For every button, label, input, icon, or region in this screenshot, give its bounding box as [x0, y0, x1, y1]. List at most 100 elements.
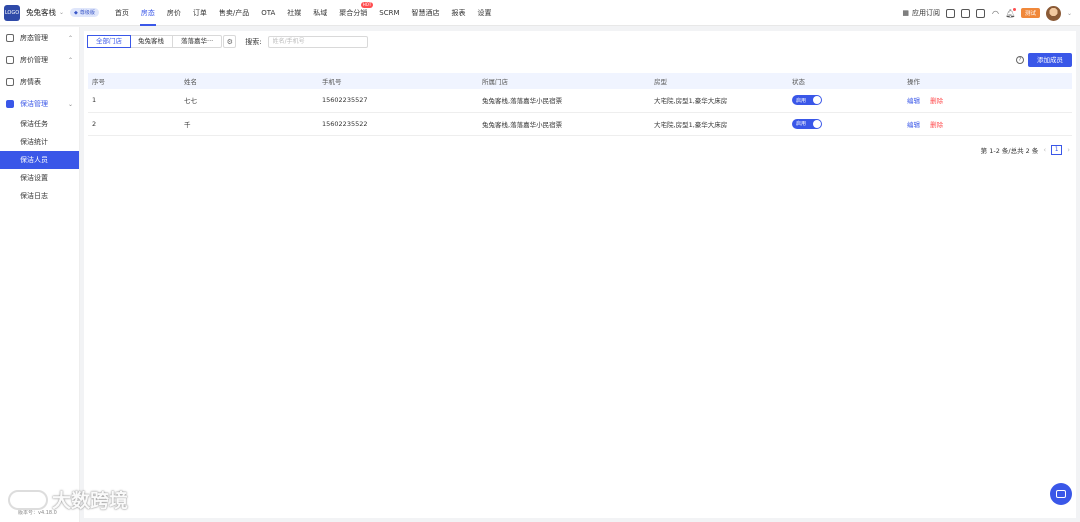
message-icon[interactable]	[945, 8, 955, 18]
chevron-down-icon[interactable]: ⌄	[1067, 10, 1072, 17]
sidebar: 房态管理 ⌃ 房价管理 ⌃ 房情表 保洁管理 ⌄ 保洁任务 保洁统计 保洁人员 …	[0, 27, 80, 522]
download-icon[interactable]	[960, 8, 970, 18]
nav-room-status[interactable]: 房态	[135, 0, 161, 26]
cell-name: 千	[180, 112, 318, 136]
sidebar-item-cleaning-log[interactable]: 保洁日志	[0, 187, 79, 205]
sidebar-item-cleaning-stats[interactable]: 保洁统计	[0, 133, 79, 151]
sidebar-group-label: 房情表	[20, 78, 41, 86]
nav-sales-products[interactable]: 售卖/产品	[213, 0, 255, 26]
col-header-status: 状态	[788, 73, 903, 89]
broom-icon	[6, 100, 14, 108]
cell-phone: 15602235527	[318, 89, 478, 113]
staff-table: 序号 姓名 手机号 所属门店 房型 状态 操作 1 七七 15602235527…	[88, 73, 1072, 136]
watermark-logo	[8, 489, 48, 510]
status-toggle[interactable]: 启用	[792, 118, 822, 129]
nav-home[interactable]: 首页	[109, 0, 135, 26]
sidebar-item-cleaning-tasks[interactable]: 保洁任务	[0, 115, 79, 133]
store-name: 兔兔客栈	[26, 8, 56, 17]
col-header-actions: 操作	[903, 73, 1072, 89]
sidebar-item-cleaning-staff[interactable]: 保洁人员	[0, 151, 79, 169]
vip-badge[interactable]: ◆ 尊级版	[70, 8, 99, 17]
col-header-name: 姓名	[180, 73, 318, 89]
store-switcher[interactable]: 兔兔客栈 ⌄	[26, 7, 64, 18]
logo-text: LOGO	[4, 9, 20, 16]
status-toggle-label: 启用	[796, 121, 807, 127]
nav-social-media[interactable]: 社媒	[281, 0, 307, 26]
cell-room-type: 大宅院,房型1,豪华大床房	[650, 112, 788, 136]
search-input[interactable]	[267, 35, 368, 48]
chevron-right-icon[interactable]: ›	[1067, 146, 1070, 154]
tab-store-2[interactable]: 落落嘉华···	[173, 36, 221, 47]
cell-actions: 编辑 删除	[903, 89, 1072, 113]
delete-link[interactable]: 删除	[930, 97, 943, 105]
headset-icon[interactable]: ◠	[991, 9, 1000, 18]
chat-button[interactable]	[1050, 483, 1072, 505]
cell-index: 1	[88, 89, 180, 113]
col-header-index: 序号	[88, 73, 180, 89]
diamond-icon: ◆	[74, 9, 78, 16]
watermark-text: 大数跨境	[52, 490, 129, 512]
test-badge[interactable]: 测试	[1020, 8, 1040, 18]
sidebar-group-room-price[interactable]: 房价管理 ⌃	[0, 49, 79, 71]
page-number-button[interactable]: 1	[1051, 145, 1063, 155]
price-icon	[6, 56, 14, 64]
store-filter-tabs: 全部门店 兔兔客栈 落落嘉华···	[87, 35, 223, 48]
nav-settings[interactable]: 设置	[472, 0, 498, 26]
calendar-icon	[6, 78, 14, 86]
bell-icon[interactable]: 🔔︎	[1005, 7, 1016, 18]
tab-store-1[interactable]: 兔兔客栈	[130, 36, 173, 47]
sidebar-group-room-sheet[interactable]: 房情表	[0, 71, 79, 93]
avatar[interactable]	[1045, 5, 1061, 21]
cell-name: 七七	[180, 89, 318, 113]
nav-private-domain[interactable]: 私域	[307, 0, 333, 26]
sidebar-group-room-status[interactable]: 房态管理 ⌃	[0, 27, 79, 49]
cell-store: 兔兔客栈,落落嘉华小民宿票	[478, 112, 650, 136]
home-icon	[6, 34, 14, 42]
nav-smart-hotel[interactable]: 智慧酒店	[406, 0, 446, 26]
table-row: 1 七七 15602235527 兔兔客栈,落落嘉华小民宿票 大宅院,房型1,豪…	[88, 89, 1072, 113]
status-toggle[interactable]: 启用	[792, 95, 822, 106]
col-header-store: 所属门店	[478, 73, 650, 89]
app-subscribe-button[interactable]: ▦ 应用订阅	[902, 8, 940, 18]
delete-link[interactable]: 删除	[930, 121, 943, 129]
add-member-button[interactable]: 添加成员	[1028, 53, 1072, 67]
toggle-knob	[813, 96, 821, 105]
nav-distribution[interactable]: 聚合分销 HOT	[333, 0, 374, 26]
pagination-summary: 第 1-2 条/总共 2 条	[980, 147, 1039, 155]
sidebar-group-label: 保洁管理	[20, 100, 48, 108]
cell-index: 2	[88, 112, 180, 136]
nav-scrm[interactable]: SCRM	[373, 0, 405, 26]
chevron-up-icon: ⌃	[67, 34, 73, 42]
help-icon[interactable]: ?	[1016, 56, 1024, 64]
sidebar-group-cleaning[interactable]: 保洁管理 ⌄	[0, 93, 79, 115]
vip-label: 尊级版	[79, 10, 95, 16]
nav-room-price[interactable]: 房价	[161, 0, 187, 26]
app-logo[interactable]: LOGO	[4, 4, 20, 21]
table-header-row: 序号 姓名 手机号 所属门店 房型 状态 操作	[88, 73, 1072, 89]
chevron-left-icon[interactable]: ‹	[1043, 146, 1046, 154]
hot-badge: HOT	[360, 1, 374, 8]
toggle-knob	[813, 119, 821, 128]
filter-toolbar: 全部门店 兔兔客栈 落落嘉华··· ⚙ 搜索:	[87, 35, 368, 48]
nav-distribution-label: 聚合分销	[339, 8, 368, 17]
edit-link[interactable]: 编辑	[907, 121, 920, 129]
nav-ota[interactable]: OTA	[255, 0, 281, 26]
watermark: 大数跨境	[8, 486, 128, 513]
nav-reports[interactable]: 报表	[446, 0, 472, 26]
cell-room-type: 大宅院,房型1,豪华大床房	[650, 89, 788, 113]
cell-phone: 15602235522	[318, 112, 478, 136]
cell-status: 启用	[788, 89, 903, 113]
top-right-tools: ▦ 应用订阅 ◠ 🔔︎ 测试 ⌄	[902, 0, 1072, 26]
sidebar-item-cleaning-settings[interactable]: 保洁设置	[0, 169, 79, 187]
chat-icon	[1056, 490, 1066, 498]
table-row: 2 千 15602235522 兔兔客栈,落落嘉华小民宿票 大宅院,房型1,豪华…	[88, 112, 1072, 136]
sidebar-group-label: 房价管理	[20, 56, 48, 64]
edit-link[interactable]: 编辑	[907, 97, 920, 105]
nav-orders[interactable]: 订单	[187, 0, 213, 26]
col-header-room-type: 房型	[650, 73, 788, 89]
chevron-up-icon: ⌃	[67, 56, 73, 64]
tab-all-stores[interactable]: 全部门店	[87, 35, 131, 48]
cell-store: 兔兔客栈,落落嘉华小民宿票	[478, 89, 650, 113]
gear-icon[interactable]: ⚙	[223, 35, 237, 48]
edit-icon[interactable]	[975, 8, 985, 18]
